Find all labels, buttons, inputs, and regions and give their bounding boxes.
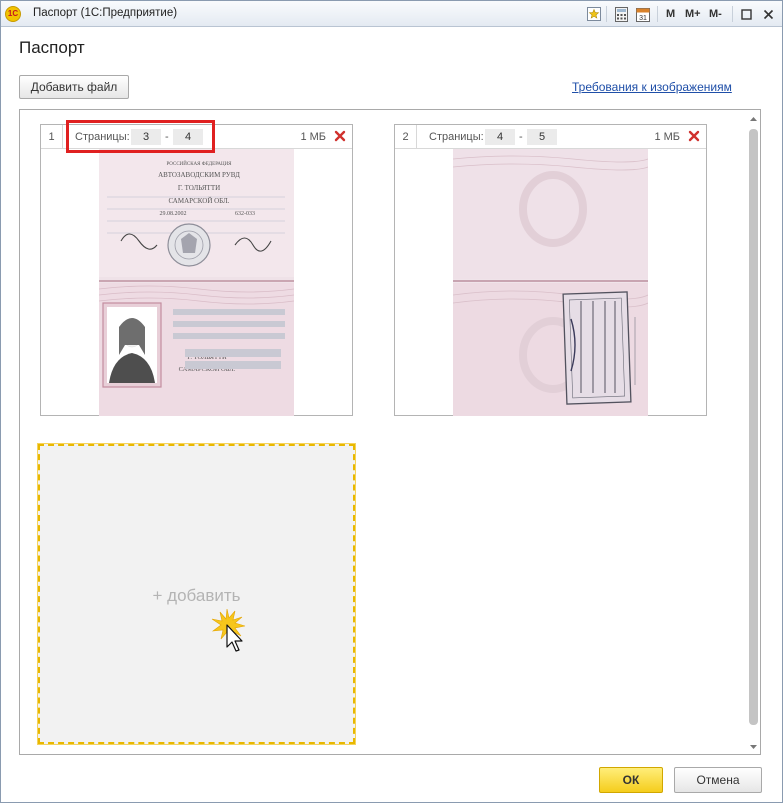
app-logo-icon: 1С: [5, 6, 21, 22]
close-icon[interactable]: [760, 6, 776, 22]
file-card: 2 Страницы: - 1 МБ: [394, 124, 707, 416]
memory-minus-button[interactable]: M-: [709, 6, 722, 22]
page-to-input[interactable]: [527, 129, 557, 145]
window-title: Паспорт (1С:Предприятие): [33, 7, 178, 19]
page-range-highlight: [66, 120, 215, 153]
file-index: 2: [395, 125, 417, 149]
scan-issuer-region: САМАРСКОЙ ОБЛ.: [168, 197, 229, 205]
svg-text:31: 31: [639, 15, 647, 22]
title-bar: 1С Паспорт (1С:Предприятие) 31 M M+ M-: [1, 1, 782, 27]
maximize-icon[interactable]: [738, 6, 754, 22]
file-card: 1 Страницы: - 1 МБ: [40, 124, 353, 416]
scan-issuer: АВТОЗАВОДСКИМ РУВД: [158, 171, 240, 179]
add-file-button[interactable]: Добавить файл: [19, 75, 129, 99]
vertical-scrollbar[interactable]: [748, 113, 759, 751]
scan-country: РОССИЙСКАЯ ФЕДЕРАЦИЯ: [166, 161, 232, 167]
ok-button[interactable]: ОК: [599, 767, 663, 793]
file-size: 1 МБ: [300, 131, 326, 143]
file-index: 1: [41, 125, 63, 149]
scan-issuer-city: Г. ТОЛЬЯТТИ: [178, 184, 220, 192]
scroll-up-arrow-icon[interactable]: [748, 113, 759, 123]
memory-plus-button[interactable]: M+: [685, 6, 701, 22]
page-title: Паспорт: [19, 38, 85, 57]
passport-scan-pages-4-5: [453, 149, 648, 416]
scrollbar-thumb[interactable]: [749, 129, 758, 725]
dialog-window: 1С Паспорт (1С:Предприятие) 31 M M+ M- П…: [0, 0, 783, 803]
file-card-header: 2 Страницы: - 1 МБ: [395, 125, 706, 149]
scan-division-code: 632-033: [235, 211, 255, 217]
delete-file-icon[interactable]: [334, 130, 346, 142]
mouse-cursor-icon: [211, 608, 251, 653]
add-tile-label: + добавить: [152, 586, 241, 605]
scroll-down-arrow-icon[interactable]: [748, 741, 759, 751]
add-file-tile[interactable]: + добавить: [38, 444, 355, 744]
passport-scan-pages-2-3: РОССИЙСКАЯ ФЕДЕРАЦИЯ АВТОЗАВОДСКИМ РУВД …: [99, 149, 294, 416]
delete-file-icon[interactable]: [688, 130, 700, 142]
page-range-dash: -: [519, 131, 523, 143]
pages-label: Страницы:: [429, 131, 484, 143]
memory-button[interactable]: M: [666, 6, 675, 22]
calculator-icon[interactable]: [613, 6, 629, 22]
favorite-star-icon[interactable]: [586, 6, 602, 22]
page-from-input[interactable]: [485, 129, 515, 145]
calendar-icon[interactable]: 31: [635, 6, 651, 22]
image-requirements-link[interactable]: Требования к изображениям: [572, 80, 732, 94]
file-size: 1 МБ: [654, 131, 680, 143]
cancel-button[interactable]: Отмена: [674, 767, 762, 793]
scan-issue-date: 29.08.2002: [160, 211, 187, 217]
